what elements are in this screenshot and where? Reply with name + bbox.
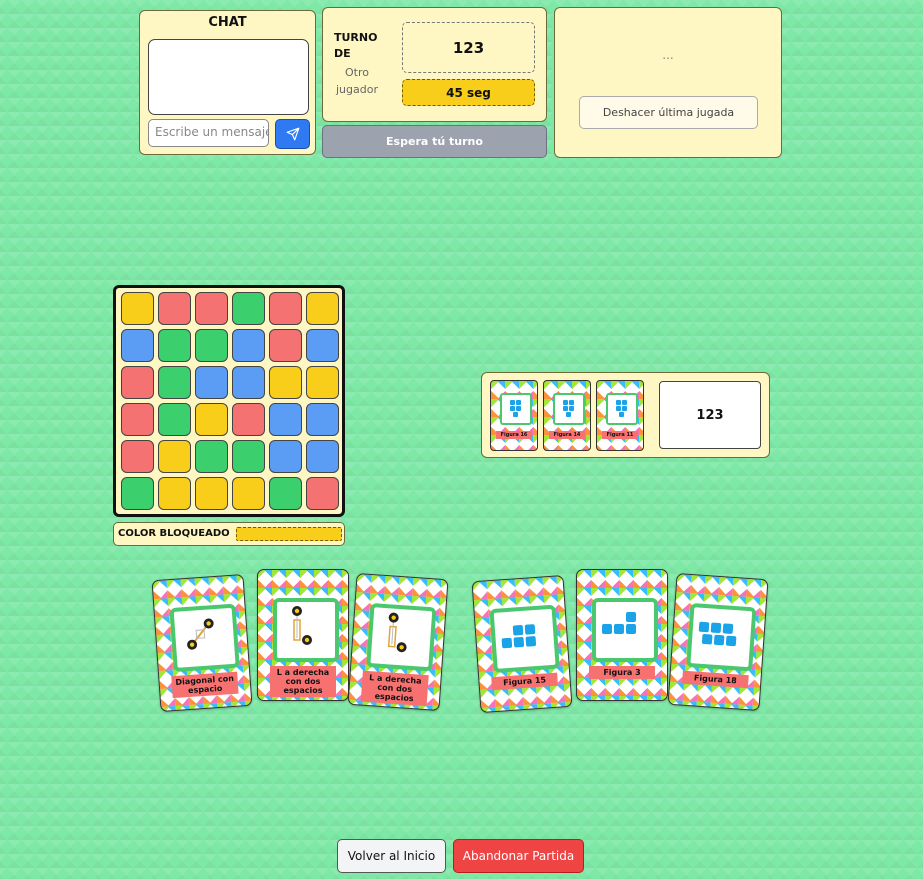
board-tile[interactable]	[269, 403, 302, 436]
figure-icon	[501, 624, 537, 649]
figure-icon	[698, 621, 737, 647]
board-tile[interactable]	[195, 292, 228, 325]
card-label: L a derecha con dos espacios	[270, 666, 336, 697]
board-tile[interactable]	[232, 292, 265, 325]
card-label: Figura 3	[589, 666, 655, 679]
card-window	[686, 602, 757, 672]
turn-label: TURNO DE	[334, 31, 378, 60]
card-label: Figura 18	[682, 670, 749, 689]
turn-panel: TURNO DE Otro jugador 123 45 seg	[322, 7, 547, 122]
figure-icon	[510, 400, 521, 417]
card-window	[592, 598, 658, 662]
opponent-figure-label: Figura 14	[549, 431, 585, 439]
l-move-icon	[292, 606, 312, 645]
chat-title: CHAT	[208, 15, 247, 30]
movement-card[interactable]: L a derecha con dos espacios	[257, 569, 349, 701]
turn-number: 123	[402, 22, 535, 73]
chat-panel: CHAT Escribe un mensaje	[139, 10, 316, 155]
card-window	[553, 393, 585, 425]
board-tile[interactable]	[158, 366, 191, 399]
figure-card[interactable]: Figura 3	[576, 569, 668, 701]
board-tile[interactable]	[306, 440, 339, 473]
board-tile[interactable]	[195, 477, 228, 510]
card-window	[606, 393, 638, 425]
locked-color-label: COLOR BLOQUEADO	[118, 528, 230, 539]
chat-log	[148, 39, 309, 115]
figure-card[interactable]: Figura 15	[471, 574, 573, 714]
board-tile[interactable]	[232, 477, 265, 510]
board-tile[interactable]	[232, 329, 265, 362]
board-tile[interactable]	[158, 329, 191, 362]
card-window	[169, 603, 240, 673]
info-panel: ... Deshacer última jugada	[554, 7, 782, 158]
card-label: Diagonal con espacio	[171, 671, 239, 699]
board-tile[interactable]	[121, 366, 154, 399]
board-tile[interactable]	[158, 403, 191, 436]
board-tile[interactable]	[306, 403, 339, 436]
board-tile[interactable]	[195, 440, 228, 473]
card-window	[489, 604, 560, 674]
locked-color-swatch	[236, 527, 342, 541]
board-tile[interactable]	[232, 366, 265, 399]
figure-icon	[563, 400, 574, 417]
board-tile[interactable]	[269, 292, 302, 325]
status-text: ...	[662, 48, 674, 62]
board-tile[interactable]	[232, 440, 265, 473]
board-tile[interactable]	[158, 292, 191, 325]
undo-last-move-button[interactable]: Deshacer última jugada	[579, 96, 758, 129]
board-tile[interactable]	[306, 366, 339, 399]
board-tile[interactable]	[232, 403, 265, 436]
figure-card[interactable]: Figura 18	[667, 572, 769, 712]
back-home-button[interactable]: Volver al Inicio	[337, 839, 446, 873]
board-tile[interactable]	[195, 329, 228, 362]
opponent-figures-panel: 123 Figura 16 Figura 14 Figura 11	[481, 372, 770, 458]
board-tile[interactable]	[121, 292, 154, 325]
abandon-game-button[interactable]: Abandonar Partida	[453, 839, 584, 873]
board-tile[interactable]	[269, 440, 302, 473]
locked-color-bar: COLOR BLOQUEADO	[113, 522, 345, 546]
turn-player: Otro jugador	[336, 66, 378, 96]
board-tile[interactable]	[158, 477, 191, 510]
board-tile[interactable]	[195, 366, 228, 399]
board-tile[interactable]	[121, 403, 154, 436]
movement-card[interactable]: Diagonal con espacio	[151, 573, 253, 713]
board-tile[interactable]	[121, 477, 154, 510]
send-button[interactable]	[275, 119, 310, 149]
diagonal-move-icon	[187, 618, 214, 650]
figure-icon	[616, 400, 627, 417]
card-window	[500, 393, 532, 425]
board-tile[interactable]	[306, 477, 339, 510]
board-tile[interactable]	[269, 329, 302, 362]
board-tile[interactable]	[306, 292, 339, 325]
figure-icon	[602, 612, 636, 634]
card-label: Figura 15	[491, 672, 558, 691]
opponent-figure-card: Figura 14	[543, 380, 591, 451]
chat-message-input[interactable]: Escribe un mensaje	[148, 119, 269, 147]
movement-card[interactable]: L a derecha con dos espacios	[347, 572, 449, 712]
board-tile[interactable]	[158, 440, 191, 473]
board-tile[interactable]	[121, 329, 154, 362]
card-window	[273, 598, 339, 662]
turn-timer: 45 seg	[402, 79, 535, 106]
board-tile[interactable]	[269, 366, 302, 399]
opponent-figure-label: Figura 16	[496, 431, 532, 439]
card-label: L a derecha con dos espacios	[360, 670, 429, 707]
opponent-card-count: 123	[659, 381, 761, 449]
board-tile[interactable]	[269, 477, 302, 510]
send-icon	[286, 127, 299, 141]
opponent-figure-card: Figura 11	[596, 380, 644, 451]
board-tile[interactable]	[306, 329, 339, 362]
l-move-icon	[387, 612, 407, 653]
opponent-figure-label: Figura 11	[602, 431, 638, 439]
board-tile[interactable]	[121, 440, 154, 473]
game-board	[113, 285, 345, 517]
board-tile[interactable]	[195, 403, 228, 436]
card-window	[366, 602, 437, 672]
wait-turn-button[interactable]: Espera tú turno	[322, 125, 547, 158]
opponent-figure-card: Figura 16	[490, 380, 538, 451]
